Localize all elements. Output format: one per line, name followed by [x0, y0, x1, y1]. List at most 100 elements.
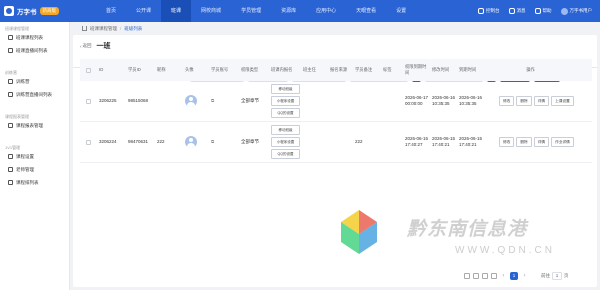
prev-page-button[interactable]: ‹: [500, 272, 507, 280]
user-menu[interactable]: 万字书用户: [560, 7, 593, 15]
select-all-checkbox[interactable]: [86, 67, 91, 73]
delete-button[interactable]: 删除: [516, 96, 532, 106]
share-icon[interactable]: [491, 273, 497, 279]
topnav-shop[interactable]: 网校商城: [191, 0, 231, 22]
sidebar-item-label: 训练营: [16, 78, 30, 84]
help-link[interactable]: 帮助: [534, 8, 552, 14]
back-button[interactable]: ‹ 返回: [80, 43, 92, 49]
goto-label: 前往: [541, 273, 550, 278]
col-student-id: 学员ID: [128, 67, 141, 72]
send-icon[interactable]: [482, 273, 488, 279]
topnav-settings[interactable]: 设置: [386, 0, 416, 22]
delete-button[interactable]: 删除: [516, 137, 532, 147]
topnav-open-course[interactable]: 公开课: [126, 0, 161, 22]
sidebar-item-teachers[interactable]: 老师管理: [0, 163, 69, 176]
table-row: 3206225 98515068 ⧉ 全部章节 移动班级 小程序设置 QQ的设置…: [80, 81, 592, 122]
sidebar-item-live-room-list[interactable]: 班课直播间列表: [0, 44, 69, 57]
col-avatar: 头像: [185, 67, 194, 72]
watermark-url: WWW.QDN.CN: [455, 245, 555, 256]
topnav-class-course[interactable]: 班课: [161, 0, 192, 22]
edit-icon[interactable]: [464, 273, 470, 279]
pagination: ‹ 1 › 前往 1 页: [464, 271, 598, 281]
cell-nickname: 222: [157, 139, 165, 144]
cell-student-id: 98515068: [128, 98, 149, 103]
breadcrumb-root[interactable]: 班课课程管理: [90, 26, 117, 32]
cell-expire: 2026-06-17 00:00:00: [405, 95, 429, 106]
cell-avatar: [182, 136, 208, 148]
col-nickname: 昵称: [157, 67, 166, 72]
list-icon: [8, 35, 13, 40]
sidebar-item-camp-live[interactable]: 训练营直播间列表: [0, 88, 69, 101]
sidebar-item-report[interactable]: 课程报表管理: [0, 119, 69, 132]
topnav-home[interactable]: 首页: [96, 0, 126, 22]
cell-due: 2026-06-16 10:35:35: [459, 95, 483, 106]
sidebar-item-label: 班课课程列表: [16, 34, 43, 40]
report-icon: [8, 123, 13, 128]
goto-page-input[interactable]: 1: [552, 272, 562, 280]
move-class-button[interactable]: 移动班级: [271, 125, 300, 135]
table-header: ID 学员ID 昵称 头像 学员账号 权限类型 班课内报名 班主任 报名来源 学…: [80, 59, 592, 81]
sidebar-item-camp[interactable]: 训练营: [0, 75, 69, 88]
row-actions: 修改 删除 详情 上课设置: [499, 96, 585, 106]
cell-account: ⧉: [208, 98, 238, 104]
copy-icon[interactable]: ⧉: [211, 139, 214, 144]
avatar: [185, 136, 197, 148]
page-number-current[interactable]: 1: [510, 272, 518, 280]
cell-perm-type: 全部章节: [241, 98, 259, 103]
message-link[interactable]: 消息: [508, 8, 526, 14]
sidebar-group-title: 1V1管理: [5, 145, 21, 150]
row-checkbox[interactable]: [86, 98, 91, 104]
logo-icon: [4, 6, 14, 16]
page-header: ‹ 返回 一班: [73, 35, 597, 57]
edit-button[interactable]: 修改: [499, 96, 515, 106]
miniprogram-settings-button[interactable]: 小程序设置: [271, 96, 300, 106]
sidebar-item-course-settings[interactable]: 课程设置: [0, 150, 69, 163]
miniprogram-settings-button[interactable]: 小程序设置: [271, 137, 300, 147]
home-icon[interactable]: [82, 26, 87, 31]
console-link[interactable]: 控制台: [478, 8, 500, 14]
sidebar-group-title: 课程报表管理: [5, 114, 29, 119]
detail-button[interactable]: 详情: [533, 96, 550, 106]
qq-settings-button[interactable]: QQ的设置: [271, 108, 300, 118]
col-modified: 修改时间: [432, 67, 450, 72]
row-select-cell: [80, 139, 96, 145]
edit-button[interactable]: 修改: [499, 137, 515, 147]
topnav-apps[interactable]: 应用中心: [306, 0, 346, 22]
brand[interactable]: 万字书 新商版: [0, 0, 70, 22]
row-checkbox[interactable]: [86, 139, 91, 145]
topnav-students[interactable]: 学员管理: [231, 0, 271, 22]
enroll-button-stack: 移动班级 小程序设置 QQ的设置: [271, 84, 300, 118]
back-label: 返回: [82, 43, 92, 48]
cell-actions: 修改 删除 详情 作业详情: [496, 137, 574, 147]
sidebar-item-schedule[interactable]: 课程排列表: [0, 176, 69, 189]
col-expire: 权限到期时间: [405, 64, 427, 75]
bell-icon: [508, 8, 515, 14]
next-page-button[interactable]: ›: [521, 272, 528, 280]
mic-icon[interactable]: [473, 273, 479, 279]
class-settings-button[interactable]: 上课设置: [551, 96, 574, 106]
breadcrumb-separator: /: [120, 26, 122, 31]
breadcrumb-current[interactable]: 班级列表: [124, 26, 142, 32]
topnav-resources[interactable]: 资源库: [271, 0, 306, 22]
move-class-button[interactable]: 移动班级: [271, 84, 300, 94]
sidebar-item-class-list[interactable]: 班课课程列表: [0, 31, 69, 44]
qq-settings-button[interactable]: QQ的设置: [271, 149, 300, 159]
copy-icon[interactable]: ⧉: [211, 98, 214, 103]
sidebar-item-label: 课程报表管理: [16, 122, 43, 128]
cell-enroll-actions: 移动班级 小程序设置 QQ的设置: [268, 125, 300, 159]
detail-button[interactable]: 详情: [533, 137, 550, 147]
homework-detail-button[interactable]: 作业详情: [551, 137, 574, 147]
cell-due: 2026-06-15 17:40:21: [459, 136, 483, 147]
watermark-logo-icon: [341, 210, 377, 254]
sidebar-item-label: 班课直播间列表: [16, 47, 48, 53]
message-label: 消息: [516, 8, 526, 13]
chevron-left-icon: ‹: [80, 43, 82, 49]
user-name: 万字书用户: [569, 8, 593, 13]
help-icon: [534, 8, 541, 14]
sidebar-item-label: 老师管理: [16, 166, 34, 172]
goto-unit: 页: [564, 273, 569, 278]
topnav-view[interactable]: 天眼查看: [346, 0, 386, 22]
top-nav: 首页 公开课 班课 网校商城 学员管理 资源库 应用中心 天眼查看 设置: [96, 0, 416, 22]
sidebar-group-title: 训练营: [5, 70, 17, 75]
